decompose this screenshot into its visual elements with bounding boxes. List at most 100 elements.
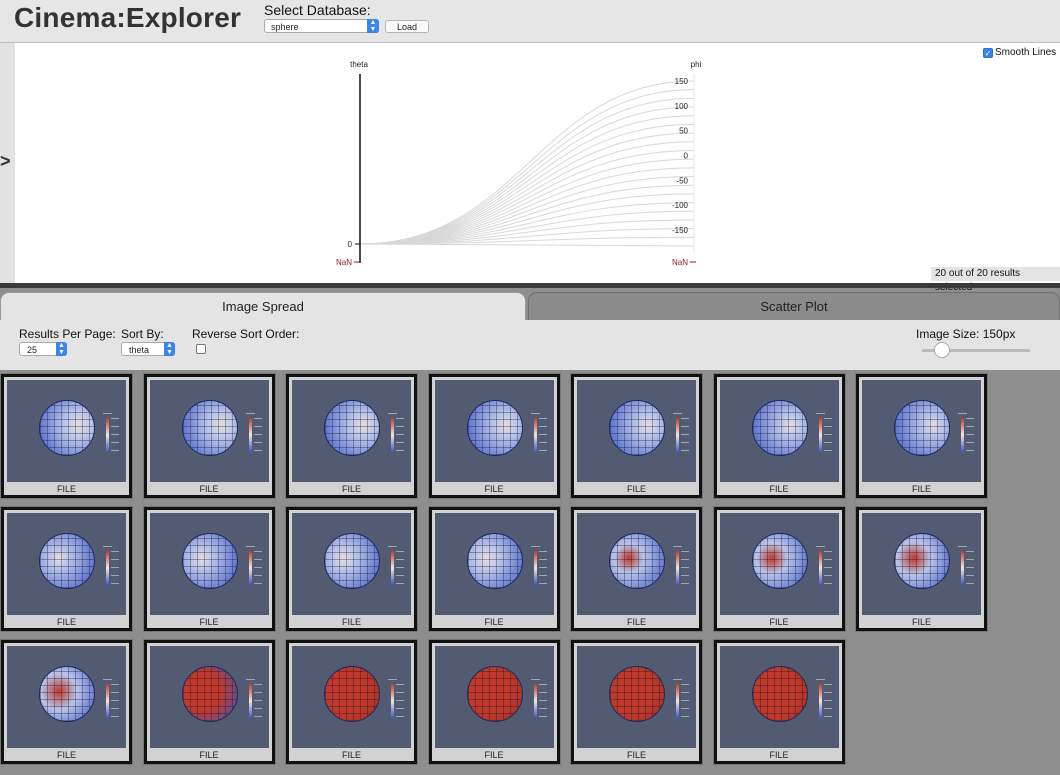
- result-line: [359, 115, 695, 245]
- results-per-page-label: Results Per Page:: [19, 327, 116, 341]
- result-image-frame: FILE: [716, 643, 842, 761]
- result-image-card[interactable]: FILE: [427, 373, 561, 499]
- result-image-card[interactable]: FILE: [0, 506, 133, 632]
- sphere-render-image: [862, 513, 981, 615]
- result-image-card[interactable]: FILE: [712, 373, 846, 499]
- color-legend-title: [245, 679, 255, 680]
- result-image-frame: FILE: [574, 377, 699, 495]
- result-image-card[interactable]: FILE: [142, 373, 276, 499]
- smooth-lines-checkbox[interactable]: ✓: [983, 48, 993, 58]
- file-label: FILE: [484, 484, 504, 494]
- sphere-mesh: [751, 533, 808, 589]
- file-label: FILE: [56, 617, 76, 627]
- image-spread-grid: FILE FILE FILE FILE FILE FILE FILE FILE FILE FILE…: [0, 373, 1060, 775]
- color-legend-title: [815, 546, 825, 547]
- result-image-card[interactable]: FILE: [855, 373, 988, 499]
- phi-tick-0: 150: [675, 77, 689, 86]
- phi-tick-4: -50: [676, 176, 688, 185]
- image-size-slider-thumb[interactable]: [934, 342, 950, 358]
- color-legend-ticks: [966, 418, 974, 452]
- sphere-mesh: [609, 400, 665, 456]
- color-legend-bar: [818, 551, 822, 585]
- load-button[interactable]: Load: [385, 20, 429, 33]
- phi-axis-title[interactable]: phi: [691, 60, 702, 69]
- result-image-card[interactable]: FILE: [285, 639, 418, 765]
- color-legend-ticks: [111, 551, 119, 585]
- sort-by-label: Sort By:: [121, 327, 164, 341]
- result-image-card[interactable]: FILE: [427, 639, 561, 765]
- result-line: [359, 132, 695, 245]
- select-arrows-icon: ▲ ▼: [164, 342, 175, 356]
- result-image-card[interactable]: FILE: [712, 639, 846, 765]
- sphere-render-image: [434, 646, 554, 748]
- file-label: FILE: [626, 617, 646, 627]
- file-label: FILE: [199, 617, 219, 627]
- theta-axis-title[interactable]: theta: [350, 60, 368, 69]
- color-legend-title: [388, 546, 397, 547]
- sphere-render-image: [149, 646, 269, 748]
- color-legend-title: [388, 413, 397, 414]
- sphere-render-image: [719, 646, 839, 748]
- color-legend-ticks: [823, 551, 832, 585]
- result-image-card[interactable]: FILE: [570, 639, 703, 765]
- sphere-mesh: [324, 400, 380, 456]
- database-select-value: sphere: [271, 22, 299, 32]
- sort-by-value: theta: [129, 345, 150, 355]
- file-label: FILE: [769, 484, 789, 494]
- result-image-card[interactable]: FILE: [712, 506, 846, 632]
- selection-count: 20 out of 20 results selected: [931, 267, 1060, 293]
- file-label: FILE: [769, 750, 789, 760]
- smooth-lines-toggle[interactable]: ✓ Smooth Lines: [983, 47, 1056, 58]
- sphere-mesh: [894, 533, 950, 589]
- color-legend-bar: [818, 418, 822, 452]
- color-legend-ticks: [538, 551, 547, 585]
- file-label: FILE: [911, 617, 931, 627]
- select-arrows-icon: ▲ ▼: [56, 342, 67, 356]
- sphere-render-image: [577, 380, 696, 482]
- file-label: FILE: [56, 750, 76, 760]
- result-image-card[interactable]: FILE: [570, 373, 703, 499]
- color-legend-bar: [676, 551, 679, 585]
- sphere-mesh: [324, 666, 380, 722]
- result-image-card[interactable]: FILE: [427, 506, 561, 632]
- result-image-card[interactable]: FILE: [142, 506, 276, 632]
- file-label: FILE: [911, 484, 931, 494]
- color-legend-title: [388, 679, 397, 680]
- color-legend-title: [673, 679, 682, 680]
- phi-tick-2: 50: [679, 127, 688, 136]
- results-per-page-select[interactable]: 25 ▲ ▼: [19, 342, 67, 356]
- tab-scatter-plot[interactable]: Scatter Plot: [528, 292, 1060, 320]
- result-image-card[interactable]: FILE: [570, 506, 703, 632]
- sphere-render-image: [434, 513, 554, 615]
- panel-divider[interactable]: [0, 283, 1060, 288]
- file-label: FILE: [199, 750, 219, 760]
- result-image-card[interactable]: FILE: [0, 639, 133, 765]
- database-select[interactable]: sphere ▲ ▼: [264, 19, 379, 33]
- result-image-frame: FILE: [146, 510, 272, 628]
- file-label: FILE: [769, 617, 789, 627]
- result-line: [359, 141, 695, 245]
- parallel-coordinates-plot[interactable]: theta 0 NaN phi 150 100 50 0 -50 -100 -150 NaN: [0, 43, 1060, 283]
- phi-tick-3: 0: [684, 152, 689, 161]
- result-image-card[interactable]: FILE: [0, 373, 133, 499]
- file-label: FILE: [484, 617, 504, 627]
- phi-nan-label: NaN: [672, 258, 688, 267]
- sphere-render-image: [719, 380, 839, 482]
- color-legend-title: [245, 413, 255, 414]
- color-legend-ticks: [823, 684, 832, 718]
- result-image-card[interactable]: FILE: [142, 639, 276, 765]
- sphere-mesh: [181, 400, 238, 456]
- result-image-card[interactable]: FILE: [285, 373, 418, 499]
- sphere-mesh: [894, 400, 950, 456]
- tab-image-spread[interactable]: Image Spread: [0, 292, 526, 320]
- sort-by-select[interactable]: theta ▲ ▼: [121, 342, 175, 356]
- color-legend-bar: [533, 551, 537, 585]
- reverse-sort-checkbox[interactable]: [196, 344, 206, 354]
- color-legend-bar: [391, 684, 394, 718]
- color-legend-bar: [106, 418, 109, 452]
- color-legend-ticks: [966, 551, 974, 585]
- sphere-render-image: [149, 380, 269, 482]
- result-image-card[interactable]: FILE: [285, 506, 418, 632]
- sphere-render-image: [7, 513, 126, 615]
- result-image-card[interactable]: FILE: [855, 506, 988, 632]
